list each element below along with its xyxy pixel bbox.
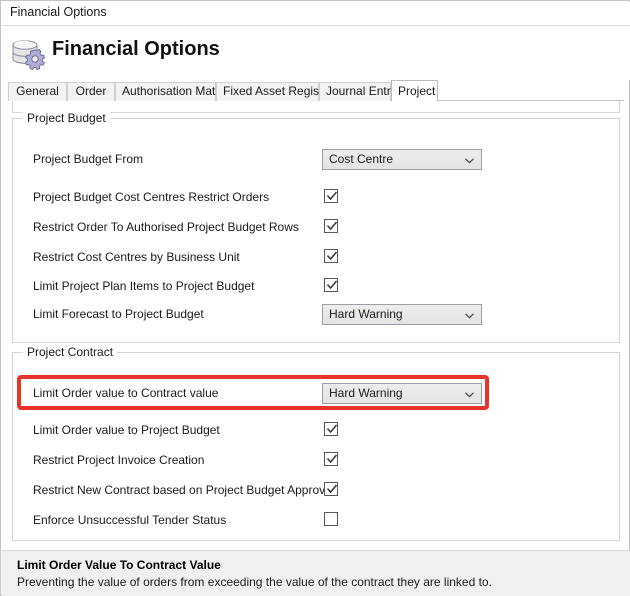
window-title: Financial Options bbox=[10, 5, 107, 19]
label-limit-order-value-to-project-budget: Limit Order value to Project Budget bbox=[33, 423, 220, 437]
database-gear-icon bbox=[10, 34, 46, 70]
dropdown-value-limit-forecast-to-project-budget: Hard Warning bbox=[329, 307, 403, 321]
label-limit-order-value-to-contract-value: Limit Order value to Contract value bbox=[33, 386, 219, 400]
checkbox-enforce-unsuccessful-tender-status[interactable] bbox=[324, 512, 338, 526]
info-footer-title: Limit Order Value To Contract Value bbox=[17, 558, 221, 572]
tab-project[interactable]: Project bbox=[391, 80, 438, 102]
financial-options-window: Financial Options Financial Options Gene… bbox=[0, 0, 630, 596]
label-project-budget-cost-centres-restrict-orders: Project Budget Cost Centres Restrict Ord… bbox=[33, 190, 270, 204]
group-legend-project-contract: Project Contract bbox=[23, 345, 118, 359]
dropdown-limit-forecast-to-project-budget[interactable]: Hard Warning bbox=[322, 304, 482, 325]
tab-order[interactable]: Order bbox=[67, 82, 115, 101]
info-footer-description: Preventing the value of orders from exce… bbox=[17, 575, 492, 589]
tab-authorisation-matrix[interactable]: Authorisation Matrix bbox=[115, 82, 228, 101]
info-footer-panel: Limit Order Value To Contract Value Prev… bbox=[2, 550, 630, 596]
label-restrict-order-to-authorised-project-budget-rows: Restrict Order To Authorised Project Bud… bbox=[33, 220, 299, 234]
label-restrict-project-invoice-creation: Restrict Project Invoice Creation bbox=[33, 453, 205, 467]
checkbox-limit-project-plan-items-to-project-budget[interactable] bbox=[324, 278, 338, 292]
tab-bar: General Order Authorisation Matrix Fixed As… bbox=[8, 80, 624, 102]
tab-journal-entry[interactable]: Journal Entry bbox=[319, 82, 397, 101]
checkbox-restrict-order-to-authorised-project-budget-rows[interactable] bbox=[324, 219, 338, 233]
checkbox-restrict-project-invoice-creation[interactable] bbox=[324, 452, 338, 466]
checkbox-project-budget-cost-centres-restrict-orders[interactable] bbox=[324, 189, 338, 203]
label-enforce-unsuccessful-tender-status: Enforce Unsuccessful Tender Status bbox=[33, 513, 227, 527]
page-header: Financial Options bbox=[2, 25, 630, 80]
dropdown-limit-order-value-to-contract-value[interactable]: Hard Warning bbox=[322, 383, 482, 404]
active-tab-underline-mask bbox=[392, 100, 437, 101]
tab-general[interactable]: General bbox=[8, 82, 67, 101]
dropdown-value-project-budget-from: Cost Centre bbox=[329, 152, 394, 166]
group-project-budget: Project Budget Project Budget From Cost C… bbox=[12, 111, 620, 343]
page-title: Financial Options bbox=[52, 38, 220, 60]
label-restrict-cost-centres-by-business-unit: Restrict Cost Centres by Business Unit bbox=[33, 250, 240, 264]
group-project-contract: Project Contract Limit Order value to Co… bbox=[12, 345, 620, 541]
label-restrict-new-contract-based-on-project-budget-approval: Restrict New Contract based on Project B… bbox=[33, 483, 335, 497]
tab-fixed-asset-register[interactable]: Fixed Asset Register bbox=[216, 82, 333, 101]
window-titlebar: Financial Options bbox=[2, 2, 630, 25]
checkbox-limit-order-value-to-project-budget[interactable] bbox=[324, 422, 338, 436]
label-limit-project-plan-items-to-project-budget: Limit Project Plan Items to Project Budg… bbox=[33, 279, 255, 293]
checkbox-restrict-cost-centres-by-business-unit[interactable] bbox=[324, 249, 338, 263]
dropdown-value-limit-order-value-to-contract-value: Hard Warning bbox=[329, 386, 403, 400]
checkbox-restrict-new-contract-based-on-project-budget-approval[interactable] bbox=[324, 482, 338, 496]
label-project-budget-from: Project Budget From bbox=[33, 152, 144, 166]
dropdown-project-budget-from[interactable]: Cost Centre bbox=[322, 149, 482, 170]
label-limit-forecast-to-project-budget: Limit Forecast to Project Budget bbox=[33, 307, 204, 321]
group-legend-project-budget: Project Budget bbox=[23, 111, 110, 125]
